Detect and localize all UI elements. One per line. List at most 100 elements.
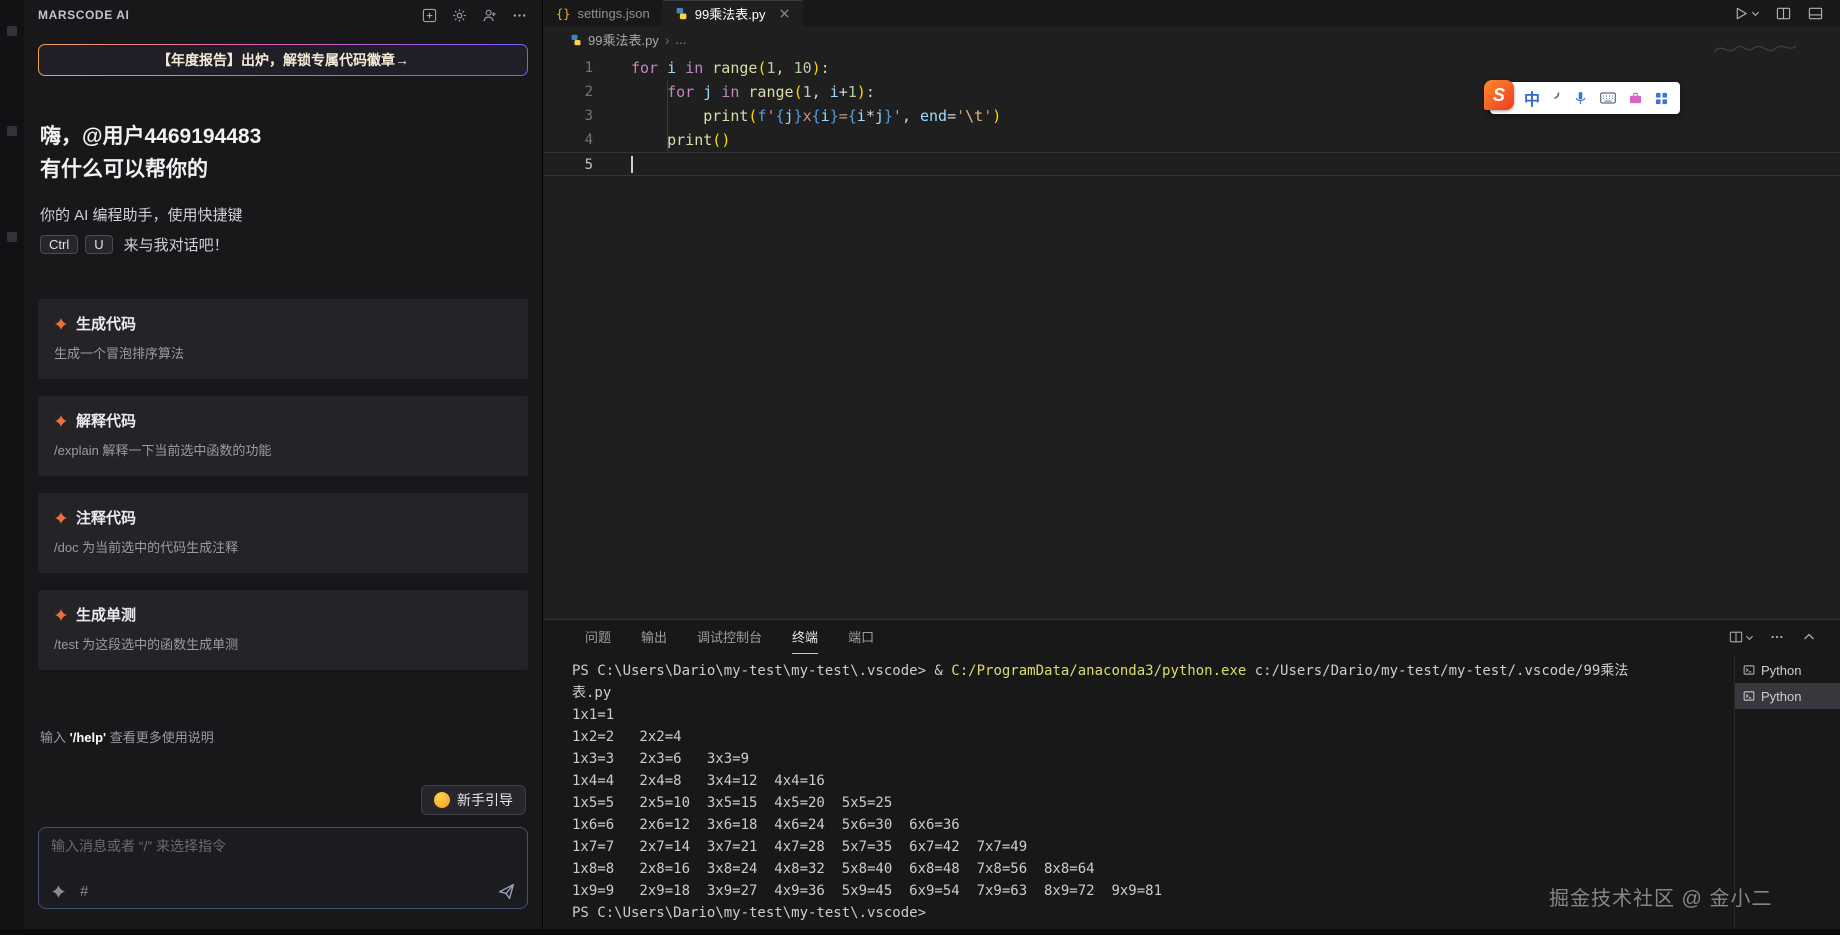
panel-tab-output[interactable]: 输出 [641,620,667,654]
new-chat-icon[interactable] [420,6,438,24]
terminal-label: Python [1761,663,1801,678]
helper-line2-suffix: 来与我对话吧！ [124,234,229,255]
prompt-text: PS C:\Users\Dario\my-test\my-test\.vscod… [572,663,951,679]
panel-tab-terminal[interactable]: 终端 [792,620,818,654]
python-file-icon [570,34,582,46]
line-number: 1 [544,56,593,80]
annual-report-banner-text: 【年度报告】出炉，解锁专属代码徽章→ [39,45,527,75]
terminal-line: 1x2=2 2x2=4 [572,726,1734,748]
card-generate-code[interactable]: 生成代码 生成一个冒泡排序算法 [38,299,528,379]
more-actions-icon[interactable] [1768,628,1786,646]
toolbox-icon[interactable] [1629,92,1642,105]
emoji-icon [434,792,450,808]
terminal-instance-python-selected[interactable]: Python [1735,683,1840,709]
terminal-icon [1743,690,1755,702]
terminal-line: 1x7=7 2x7=14 3x7=21 4x7=28 5x7=35 6x7=42… [572,836,1734,858]
panel-tab-debug-console[interactable]: 调试控制台 [697,620,762,654]
punctuation-toggle-icon[interactable] [1553,92,1561,104]
text-cursor [631,156,633,173]
code-lines: 1for i in range(1, 10):2 for j in range(… [544,56,1840,176]
ai-panel-header: MARSCODE AI [24,0,542,30]
keyboard-icon[interactable] [1600,92,1616,104]
panel-tab-problems[interactable]: 问题 [585,620,611,654]
indent-guide [667,80,668,152]
help-hint-command: '/help' [70,730,107,745]
terminal-line: 1x6=6 2x6=12 3x6=18 4x6=24 5x6=30 6x6=36 [572,814,1734,836]
helper-line1: 你的 AI 编程助手，使用快捷键 [40,204,526,225]
run-python-button[interactable] [1734,4,1760,22]
line-number: 3 [544,104,593,128]
code-line[interactable]: 4 print() [544,128,1840,152]
layout-panel-icon[interactable] [1806,4,1824,22]
editor-group: settings.json 99乘法表.py [544,0,1840,935]
spark-icon [54,511,68,525]
sogou-logo-icon[interactable]: S [1484,80,1514,110]
help-hint-suffix: 查看更多使用说明 [106,730,214,745]
tab-label: settings.json [577,6,649,21]
breadcrumb: 99乘法表.py ... [544,26,1840,53]
card-desc: /test 为这段选中的函数生成单测 [54,634,512,653]
script-path: c:/Users/Dario/my-test/my-test/.vscode/9… [1246,663,1628,679]
ime-language-toggle[interactable]: 中 [1524,86,1540,110]
breadcrumb-file[interactable]: 99乘法表.py [588,30,659,49]
chat-input-box[interactable]: # [38,827,528,909]
hash-context-button[interactable]: # [80,883,88,900]
key-ctrl: Ctrl [40,235,78,254]
close-icon[interactable] [779,8,790,19]
activity-bar-icon[interactable] [7,126,17,136]
more-actions-icon[interactable] [510,6,528,24]
activity-bar-icon[interactable] [7,232,17,242]
chevron-right-icon [665,32,670,48]
gear-icon[interactable] [450,6,468,24]
terminal-instance-python[interactable]: Python [1735,657,1840,683]
card-title: 注释代码 [76,507,136,528]
panel-header: 问题 输出 调试控制台 终端 端口 [544,620,1840,654]
panel-tab-ports[interactable]: 端口 [848,620,874,654]
ai-panel-title: MARSCODE AI [38,8,130,22]
send-icon[interactable] [498,883,515,900]
card-generate-test[interactable]: 生成单测 /test 为这段选中的函数生成单测 [38,590,528,670]
json-file-icon [556,6,570,21]
suggestion-cards: 生成代码 生成一个冒泡排序算法 解释代码 /explain 解释一下当前选中函数… [38,299,528,687]
new-terminal-icon[interactable] [1729,628,1754,646]
split-editor-icon[interactable] [1774,4,1792,22]
onboarding-button[interactable]: 新手引导 [421,785,526,815]
terminal-line: 1x3=3 2x3=6 3x3=9 [572,748,1734,770]
line-number: 4 [544,128,593,152]
maximize-panel-icon[interactable] [1800,628,1818,646]
spark-icon[interactable] [51,884,66,899]
greeting: 嗨，@用户4469194483 有什么可以帮你的 [40,120,526,186]
terminal-label: Python [1761,689,1801,704]
annual-report-banner[interactable]: 【年度报告】出炉，解锁专属代码徽章→ [38,44,528,76]
code-line[interactable]: 1for i in range(1, 10): [544,56,1840,80]
chat-input[interactable] [51,838,515,854]
account-add-icon[interactable] [480,6,498,24]
card-explain-code[interactable]: 解释代码 /explain 解释一下当前选中函数的功能 [38,396,528,476]
microphone-icon[interactable] [1574,91,1587,106]
code-line[interactable]: 5 [544,152,1840,176]
terminal-line: 1x1=1 [572,704,1734,726]
bottom-edge [0,929,1840,935]
card-comment-code[interactable]: 注释代码 /doc 为当前选中的代码生成注释 [38,493,528,573]
code-editor[interactable]: 1for i in range(1, 10):2 for j in range(… [544,53,1840,619]
line-number: 2 [544,80,593,104]
ime-toolbar[interactable]: S 中 [1490,82,1680,114]
terminal-line: 1x5=5 2x5=10 3x5=15 4x5=20 5x5=25 [572,792,1734,814]
card-title: 解释代码 [76,410,136,431]
card-desc: /explain 解释一下当前选中函数的功能 [54,440,512,459]
tab-settings-json[interactable]: settings.json [544,0,663,26]
grid-menu-icon[interactable] [1655,92,1668,105]
card-desc: 生成一个冒泡排序算法 [54,343,512,362]
spark-icon [54,414,68,428]
marscode-ai-panel: MARSCODE AI 【年度报告】出炉，解锁专属代码徽章→ 嗨，@用户4469… [24,0,543,935]
activity-bar-icon[interactable] [7,26,17,36]
helper-text: 你的 AI 编程助手，使用快捷键 Ctrl U 来与我对话吧！ [40,204,526,255]
spark-icon [54,317,68,331]
breadcrumb-more[interactable]: ... [675,32,686,47]
tab-multiplication-py[interactable]: 99乘法表.py [663,0,803,26]
onboarding-label: 新手引导 [457,790,513,810]
editor-tabbar: settings.json 99乘法表.py [544,0,1840,26]
activity-bar [0,0,24,935]
help-hint-prefix: 输入 [40,730,70,745]
command-path: C:/ProgramData/anaconda3/python.exe [951,663,1246,679]
